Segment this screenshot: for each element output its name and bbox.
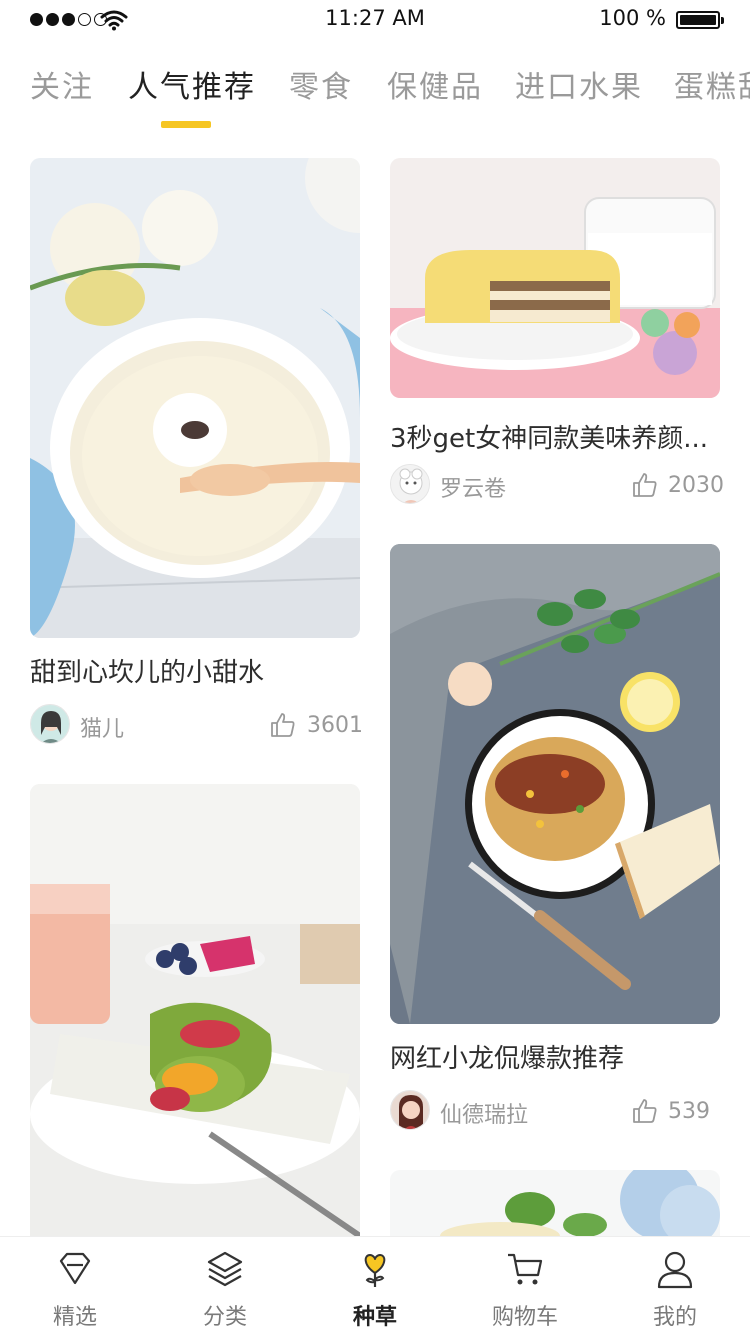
status-bar: 11:27 AM 100 % bbox=[0, 0, 750, 40]
nav-item-featured[interactable]: 精选 bbox=[0, 1237, 150, 1334]
author-name[interactable]: 猫儿 bbox=[80, 711, 124, 743]
spaghetti-photo[interactable] bbox=[390, 544, 720, 1024]
tab-health[interactable]: 保健品 bbox=[387, 62, 483, 106]
thumbs-up-icon[interactable] bbox=[270, 712, 296, 738]
sponge-cake-photo[interactable] bbox=[390, 158, 720, 398]
app-screen: 11:27 AM 100 % 关注 人气推荐 零食 保健品 进口水果 蛋糕甜到心… bbox=[0, 0, 750, 1334]
active-tab-indicator bbox=[161, 121, 211, 128]
tab-cake[interactable]: 蛋糕甜 bbox=[674, 62, 750, 106]
nav-label: 我的 bbox=[652, 1305, 697, 1330]
avatar[interactable] bbox=[390, 1090, 430, 1130]
nav-item-cart[interactable]: 购物车 bbox=[450, 1237, 600, 1334]
nav-label: 精选 bbox=[52, 1305, 97, 1330]
nav-label: 种草 bbox=[352, 1305, 397, 1330]
like-count: 539 bbox=[668, 1099, 710, 1124]
wrap-sandwich-photo[interactable] bbox=[30, 784, 360, 1236]
heart-sprout-icon bbox=[364, 1254, 386, 1287]
avatar[interactable] bbox=[390, 464, 430, 504]
author-name[interactable]: 仙德瑞拉 bbox=[440, 1097, 528, 1129]
thumbs-up-icon[interactable] bbox=[632, 472, 658, 498]
avatar[interactable] bbox=[30, 704, 70, 744]
bottom-nav: 精选 分类 种草 购物车 我的 bbox=[0, 1236, 750, 1334]
card-title[interactable]: 网红小龙侃爆款推荐 bbox=[390, 1038, 720, 1075]
nav-label: 分类 bbox=[202, 1305, 247, 1330]
nav-item-category[interactable]: 分类 bbox=[150, 1237, 300, 1334]
layers-icon bbox=[207, 1251, 243, 1287]
diamond-icon bbox=[59, 1252, 91, 1285]
user-icon bbox=[657, 1251, 693, 1289]
author-name[interactable]: 罗云卷 bbox=[440, 471, 506, 503]
card-title[interactable]: 3秒get女神同款美味养颜... bbox=[390, 418, 720, 455]
like-count: 3601 bbox=[307, 713, 363, 738]
nav-item-profile[interactable]: 我的 bbox=[600, 1237, 750, 1334]
sweet-soup-photo[interactable] bbox=[30, 158, 360, 638]
tab-follow[interactable]: 关注 bbox=[30, 62, 94, 106]
tab-imported-fruit[interactable]: 进口水果 bbox=[515, 62, 643, 106]
nav-label: 购物车 bbox=[491, 1305, 558, 1330]
card-title[interactable]: 甜到心坎儿的小甜水 bbox=[30, 652, 360, 689]
like-count: 2030 bbox=[668, 473, 724, 498]
tab-popular[interactable]: 人气推荐 bbox=[128, 62, 256, 106]
flower-dessert-photo[interactable] bbox=[390, 1170, 720, 1236]
tab-snacks[interactable]: 零食 bbox=[289, 62, 353, 106]
battery-percentage: 100 % bbox=[599, 6, 666, 30]
cart-icon bbox=[508, 1253, 543, 1285]
thumbs-up-icon[interactable] bbox=[632, 1098, 658, 1124]
battery-icon bbox=[676, 11, 724, 29]
nav-item-discover[interactable]: 种草 bbox=[300, 1237, 450, 1334]
category-tabs: 关注 人气推荐 零食 保健品 进口水果 蛋糕甜 bbox=[0, 62, 750, 132]
